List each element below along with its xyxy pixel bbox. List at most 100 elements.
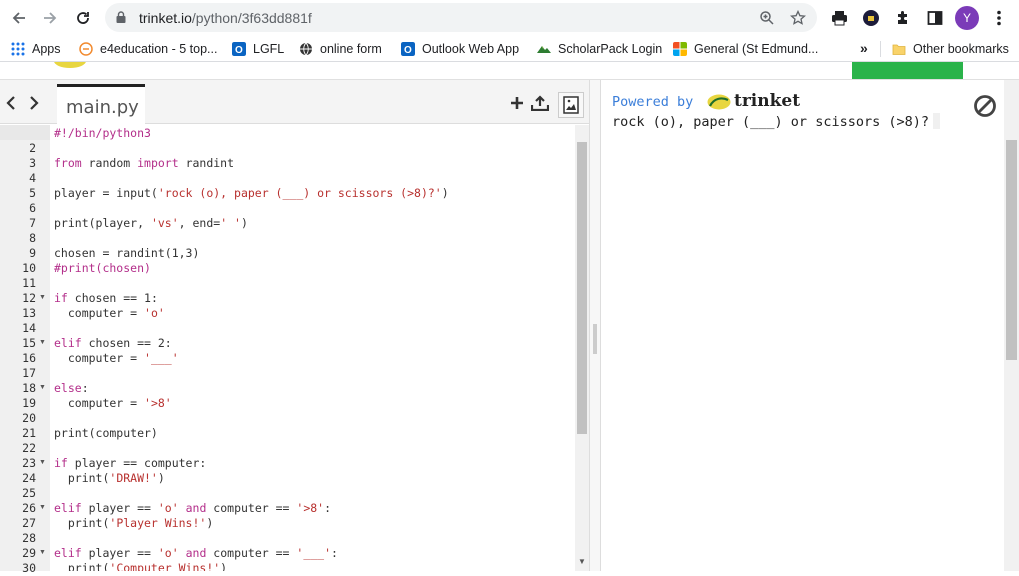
trinket-menu-strip [0, 62, 1019, 80]
tab-label: main.py [66, 97, 139, 118]
bookmark-label: LGFL [253, 42, 285, 56]
image-library-button[interactable] [558, 92, 584, 118]
line-number: 13 [22, 306, 36, 320]
bookmark-label: e4education - 5 top... [100, 42, 218, 56]
fold-arrow-icon[interactable]: ▼ [39, 504, 46, 511]
line-number: 28 [22, 531, 36, 545]
bookmark-e4education[interactable]: e4education - 5 top... [79, 40, 217, 58]
trinket-logo-icon [54, 62, 86, 68]
avatar[interactable]: Y [955, 6, 979, 30]
line-number: 23 [22, 456, 36, 470]
line-number: 8 [29, 231, 36, 245]
bookmark-scholarpack[interactable]: ScholarPack Login [537, 40, 662, 58]
bookmarks-divider [880, 41, 881, 57]
output-scrollbar-thumb[interactable] [1006, 140, 1017, 360]
bookmarks-overflow-button[interactable]: » [860, 39, 868, 57]
code-line: computer = 'o' [54, 306, 165, 320]
tab-main-py[interactable]: main.py [57, 84, 145, 124]
console-output[interactable]: rock (o), paper (___) or scissors (>8)? [612, 113, 940, 130]
extensions-puzzle-icon[interactable] [892, 7, 914, 29]
bookmark-label: ScholarPack Login [558, 42, 663, 56]
line-number: 24 [22, 471, 36, 485]
code-line: print('DRAW!') [54, 471, 165, 485]
kebab-menu-icon[interactable] [988, 7, 1010, 29]
line-number: 19 [22, 396, 36, 410]
code-text-area[interactable]: #!/bin/python3 from random import randint… [50, 125, 575, 571]
output-console-panel: Powered by trinket rock (o), paper (___)… [602, 80, 1002, 571]
scholarpack-icon [537, 46, 551, 53]
bookmark-general-st-edmund[interactable]: General (St Edmund... [673, 40, 818, 58]
star-bookmark-icon[interactable] [788, 8, 808, 28]
console-input-cursor[interactable] [932, 113, 940, 129]
back-icon[interactable] [5, 4, 33, 32]
bookmark-online-form[interactable]: online form [299, 40, 382, 58]
bookmarks-bar: Apps e4education - 5 top... O LGFL onlin… [0, 36, 1019, 62]
code-line: #print(chosen) [54, 261, 151, 275]
powered-by-label: Powered by [612, 94, 694, 110]
overflow-chevron: » [860, 40, 868, 56]
bookmark-outlook-web-app[interactable]: O Outlook Web App [401, 40, 519, 58]
editor-scrollbar[interactable]: ▼ [575, 125, 589, 571]
code-line: print('Player Wins!') [54, 516, 214, 530]
bookmark-label: Other bookmarks [913, 42, 1009, 56]
other-bookmarks[interactable]: Other bookmarks [892, 40, 1009, 58]
line-number: 22 [22, 441, 36, 455]
line-number: 15 [22, 336, 36, 350]
bookmark-label: General (St Edmund... [694, 42, 819, 56]
editor-scrollbar-thumb[interactable] [577, 142, 587, 434]
output-scrollbar[interactable] [1004, 80, 1019, 571]
bookmark-lgfl[interactable]: O LGFL [232, 40, 284, 58]
panel-resize-handle[interactable] [589, 80, 601, 571]
line-number: 9 [29, 246, 36, 260]
code-line: elif chosen == 2: [54, 336, 172, 350]
code-line: computer = '___' [54, 351, 179, 365]
outlook-icon: O [232, 42, 246, 56]
line-number: 20 [22, 411, 36, 425]
image-icon [563, 96, 579, 114]
reload-icon[interactable] [69, 4, 97, 32]
fold-arrow-icon[interactable]: ▼ [39, 384, 46, 391]
fold-arrow-icon[interactable]: ▼ [39, 549, 46, 556]
bookmark-apps[interactable]: Apps [11, 40, 61, 58]
line-number: 6 [29, 201, 36, 215]
url-host: trinket.io [139, 10, 192, 26]
line-number: 4 [29, 171, 36, 185]
outlook-icon: O [401, 42, 415, 56]
code-line: print('Computer Wins!') [54, 561, 228, 571]
stop-icon[interactable] [973, 94, 997, 118]
extension-lock-icon[interactable] [860, 7, 882, 29]
add-file-icon[interactable] [508, 94, 526, 112]
code-editor-panel: main.py 123456789101112▼131415▼161718▼19… [0, 80, 595, 575]
line-number: 21 [22, 426, 36, 440]
fold-arrow-icon[interactable]: ▼ [39, 339, 46, 346]
fold-arrow-icon[interactable]: ▼ [39, 294, 46, 301]
fold-arrow-icon[interactable]: ▼ [39, 459, 46, 466]
line-number: 5 [29, 186, 36, 200]
scroll-down-arrow-icon[interactable]: ▼ [578, 557, 586, 566]
forward-icon[interactable] [36, 4, 64, 32]
url-text: trinket.io/python/3f63dd881f [139, 10, 312, 26]
line-number: 3 [29, 156, 36, 170]
zoom-icon[interactable] [757, 8, 777, 28]
line-number: 2 [29, 141, 36, 155]
line-number: 27 [22, 516, 36, 530]
side-panel-icon[interactable] [924, 7, 946, 29]
upload-icon[interactable] [531, 94, 549, 112]
line-number: 12 [22, 291, 36, 305]
line-number: 17 [22, 366, 36, 380]
tab-nav-arrows[interactable] [4, 94, 42, 117]
line-number-gutter: 123456789101112▼131415▼161718▼1920212223… [0, 125, 50, 575]
bookmark-label: Outlook Web App [422, 42, 520, 56]
run-button[interactable] [852, 62, 963, 79]
trinket-brand-name: trinket [734, 91, 801, 111]
browser-toolbar: trinket.io/python/3f63dd881f Y [0, 0, 1019, 36]
address-bar[interactable]: trinket.io/python/3f63dd881f [105, 3, 817, 32]
print-icon[interactable] [828, 7, 850, 29]
code-line: player = input('rock (o), paper (___) or… [54, 186, 449, 200]
code-line: elif player == 'o' and computer == '>8': [54, 501, 332, 515]
code-line: if chosen == 1: [54, 291, 158, 305]
resize-grip[interactable] [593, 324, 597, 354]
microsoft-icon [673, 42, 687, 56]
editor-tab-bar: main.py [0, 80, 595, 124]
svg-text:O: O [235, 45, 243, 56]
